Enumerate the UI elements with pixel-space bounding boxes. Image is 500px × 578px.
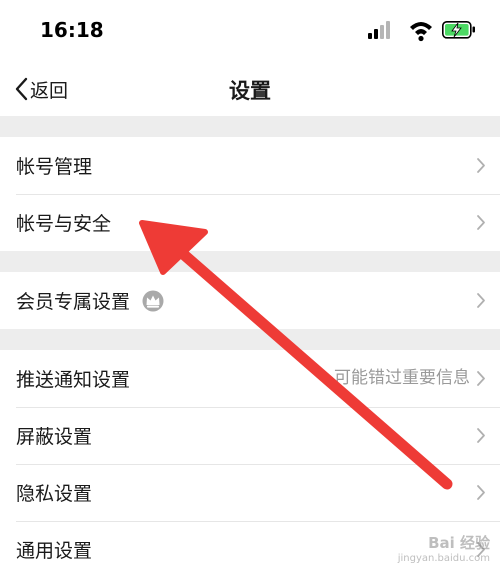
crown-icon: [142, 290, 164, 311]
cellular-signal-icon: [368, 21, 390, 39]
settings-item-block-settings[interactable]: 屏蔽设置: [0, 407, 500, 464]
nav-bar: 返回 设置: [0, 62, 500, 116]
settings-item-label: 隐私设置: [16, 483, 93, 505]
settings-item-label: 屏蔽设置: [16, 426, 93, 448]
watermark-logo: Bai 经验: [428, 534, 490, 552]
chevron-right-icon: [477, 485, 485, 500]
status-icons-graphic: [368, 21, 475, 42]
status-icons: [366, 18, 478, 42]
settings-item-label: 帐号与安全: [16, 213, 112, 235]
battery-charging-icon: [442, 21, 475, 39]
chevron-right-icon: [477, 371, 485, 386]
chevron-right-icon: [477, 428, 485, 443]
settings-item-label: 推送通知设置: [16, 369, 131, 391]
settings-item-label: 会员专属设置: [16, 291, 131, 313]
settings-item-hint: 可能错过重要信息: [334, 368, 470, 388]
watermark-url: jingyan.baidu.com: [397, 553, 490, 564]
settings-item-push-notifications[interactable]: 推送通知设置 可能错过重要信息: [0, 350, 500, 407]
settings-item-member-settings[interactable]: 会员专属设置: [0, 272, 500, 329]
settings-item-account-security[interactable]: 帐号与安全: [0, 194, 500, 251]
settings-group-membership: 会员专属设置: [0, 272, 500, 329]
page-title: 设置: [229, 79, 271, 103]
wifi-icon: [410, 22, 432, 42]
settings-item-label: 帐号管理: [16, 156, 93, 178]
settings-item-account-management[interactable]: 帐号管理: [0, 137, 500, 194]
settings-item-privacy-settings[interactable]: 隐私设置: [0, 464, 500, 521]
status-time: 16:18: [40, 18, 104, 42]
status-bar: 16:18: [0, 0, 500, 62]
watermark: Bai 经验 jingyan.baidu.com: [398, 532, 490, 564]
chevron-right-icon: [477, 158, 485, 173]
chevron-right-icon: [477, 215, 485, 230]
settings-group-account: 帐号管理 帐号与安全: [0, 137, 500, 251]
settings-item-label: 通用设置: [16, 540, 93, 562]
chevron-right-icon: [477, 293, 485, 308]
